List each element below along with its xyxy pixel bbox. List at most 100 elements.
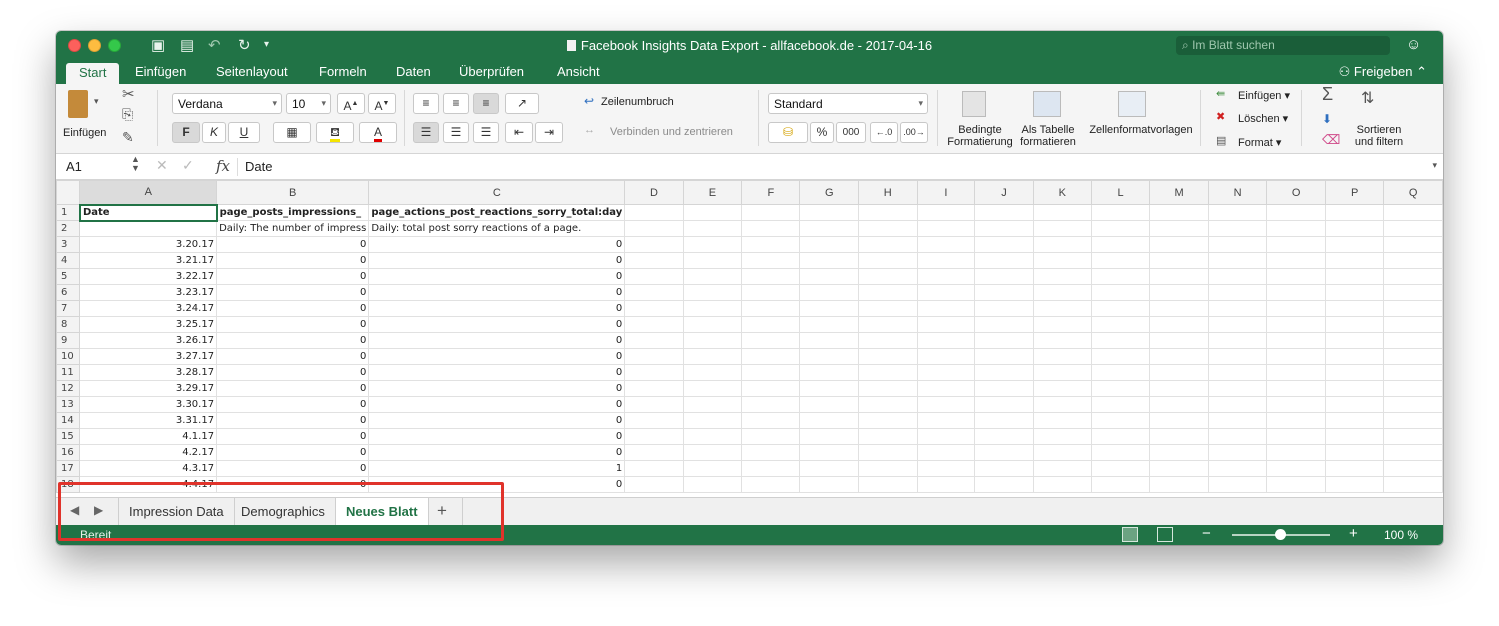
cell-empty[interactable] — [1149, 380, 1209, 397]
cell-empty[interactable] — [974, 204, 1034, 221]
cell-b[interactable]: 0 — [216, 428, 370, 445]
cell-empty[interactable] — [682, 444, 743, 461]
cell-empty[interactable] — [1207, 252, 1268, 269]
cell-empty[interactable] — [1032, 236, 1092, 253]
cell-b[interactable]: 0 — [216, 332, 370, 349]
cell-c[interactable]: 0 — [368, 252, 626, 269]
cell-empty[interactable] — [1324, 252, 1385, 269]
cell-empty[interactable] — [1149, 204, 1209, 221]
cell-empty[interactable] — [1149, 236, 1209, 253]
cell-empty[interactable] — [1149, 220, 1209, 237]
cell-empty[interactable] — [858, 316, 918, 333]
cell-empty[interactable] — [1149, 268, 1209, 285]
cell-b[interactable]: Daily: The number of impress — [216, 220, 370, 237]
select-all-corner[interactable] — [56, 180, 81, 205]
cell-a[interactable]: 4.3.17 — [79, 460, 218, 477]
cell-empty[interactable] — [799, 300, 860, 317]
cell-empty[interactable] — [1090, 252, 1151, 269]
paste-dropdown-icon[interactable]: ▾ — [94, 96, 99, 107]
cell-empty[interactable] — [1090, 396, 1151, 413]
cell-empty[interactable] — [1324, 268, 1385, 285]
cell-empty[interactable] — [1207, 300, 1268, 317]
cell-empty[interactable] — [1266, 268, 1326, 285]
cell-empty[interactable] — [1090, 220, 1151, 237]
cell-empty[interactable] — [974, 476, 1034, 493]
underline-button[interactable]: U — [228, 122, 260, 143]
cell-empty[interactable] — [1266, 380, 1326, 397]
cell-empty[interactable] — [974, 252, 1034, 269]
cell-empty[interactable] — [1207, 460, 1268, 477]
cell-empty[interactable] — [858, 332, 918, 349]
cell-empty[interactable] — [799, 332, 860, 349]
cell-empty[interactable] — [974, 220, 1034, 237]
column-header-d[interactable]: D — [624, 180, 684, 205]
column-header-e[interactable]: E — [682, 180, 743, 205]
cell-empty[interactable] — [916, 476, 976, 493]
accounting-format-button[interactable]: ⛁ — [768, 122, 808, 143]
row-header[interactable]: 13 — [56, 396, 81, 413]
cell-empty[interactable] — [682, 236, 743, 253]
cell-empty[interactable] — [1383, 284, 1443, 301]
cell-empty[interactable] — [1324, 348, 1385, 365]
cell-c[interactable]: 0 — [368, 396, 626, 413]
cell-empty[interactable] — [1149, 364, 1209, 381]
align-right-button[interactable]: ☰ — [473, 122, 499, 143]
row-header[interactable]: 12 — [56, 380, 81, 397]
column-header-l[interactable]: L — [1090, 180, 1151, 205]
feedback-smiley-icon[interactable]: ☺ — [1406, 36, 1421, 53]
cell-empty[interactable] — [916, 460, 976, 477]
cell-empty[interactable] — [799, 380, 860, 397]
cell-empty[interactable] — [741, 332, 801, 349]
cell-b[interactable]: 0 — [216, 284, 370, 301]
page-layout-view-icon[interactable] — [1157, 527, 1173, 542]
cell-empty[interactable] — [682, 204, 743, 221]
cell-empty[interactable] — [916, 396, 976, 413]
cell-empty[interactable] — [741, 396, 801, 413]
cell-empty[interactable] — [858, 204, 918, 221]
cell-empty[interactable] — [974, 364, 1034, 381]
cell-c[interactable]: 0 — [368, 364, 626, 381]
cell-empty[interactable] — [1032, 268, 1092, 285]
cell-c[interactable]: 0 — [368, 300, 626, 317]
cell-empty[interactable] — [799, 204, 860, 221]
cell-c[interactable]: 0 — [368, 332, 626, 349]
cell-empty[interactable] — [1032, 204, 1092, 221]
cell-empty[interactable] — [1032, 476, 1092, 493]
row-header[interactable]: 7 — [56, 300, 81, 317]
cell-empty[interactable] — [1383, 220, 1443, 237]
thousands-separator-button[interactable]: 000 — [836, 122, 866, 143]
cell-empty[interactable] — [1032, 284, 1092, 301]
cell-empty[interactable] — [1324, 332, 1385, 349]
cell-c[interactable]: 0 — [368, 444, 626, 461]
cell-empty[interactable] — [1090, 300, 1151, 317]
cell-a[interactable]: 3.24.17 — [79, 300, 218, 317]
tab-seitenlayout[interactable]: Seitenlayout — [216, 64, 288, 79]
cell-empty[interactable] — [624, 364, 684, 381]
row-header[interactable]: 8 — [56, 316, 81, 333]
cell-a[interactable]: 3.28.17 — [79, 364, 218, 381]
cell-empty[interactable] — [1090, 476, 1151, 493]
cell-empty[interactable] — [1207, 284, 1268, 301]
row-header[interactable]: 6 — [56, 284, 81, 301]
cell-empty[interactable] — [916, 300, 976, 317]
cell-empty[interactable] — [624, 380, 684, 397]
decrease-decimal-button[interactable]: .00→ — [900, 122, 928, 143]
cell-empty[interactable] — [1207, 220, 1268, 237]
cell-empty[interactable] — [1324, 220, 1385, 237]
format-as-table-button[interactable]: Als Tabelle formatieren — [1019, 124, 1077, 148]
cell-empty[interactable] — [1266, 412, 1326, 429]
cell-a[interactable] — [79, 220, 218, 237]
cell-b[interactable]: 0 — [216, 252, 370, 269]
format-cells-button[interactable]: Format ▾ — [1238, 137, 1281, 149]
cell-a[interactable]: 3.20.17 — [79, 236, 218, 253]
cell-empty[interactable] — [974, 284, 1034, 301]
cell-empty[interactable] — [1032, 316, 1092, 333]
cell-empty[interactable] — [624, 236, 684, 253]
cell-empty[interactable] — [1324, 428, 1385, 445]
increase-font-size-button[interactable]: A▲ — [337, 93, 365, 114]
autosum-icon[interactable]: Σ — [1322, 84, 1333, 105]
cell-empty[interactable] — [916, 348, 976, 365]
cell-empty[interactable] — [1266, 428, 1326, 445]
cell-a[interactable]: 4.1.17 — [79, 428, 218, 445]
cell-empty[interactable] — [1149, 284, 1209, 301]
